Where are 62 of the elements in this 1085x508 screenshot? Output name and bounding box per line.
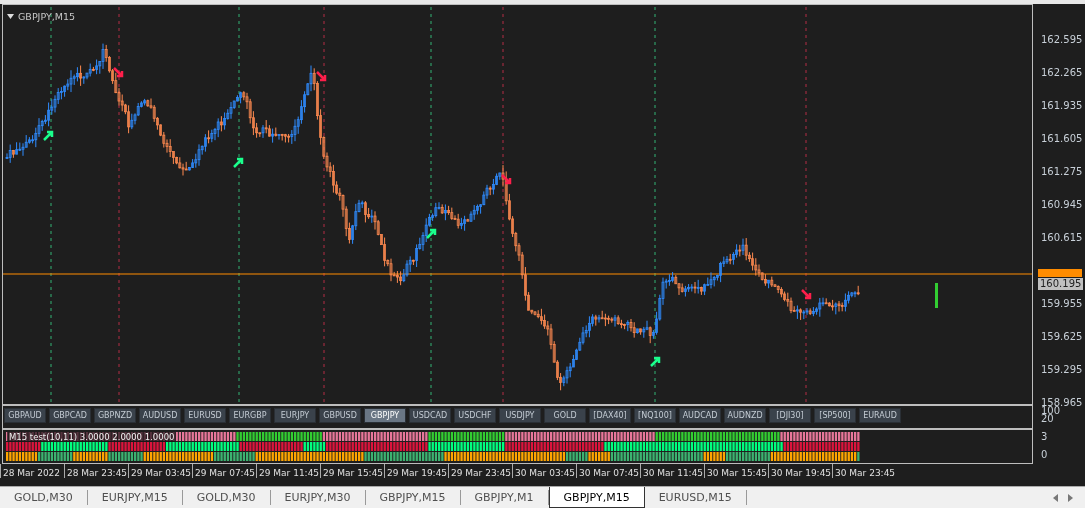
price-marker-icon: [1038, 269, 1082, 277]
chart-tab[interactable]: GBPJPY,M15: [365, 490, 461, 505]
live-bar: [935, 283, 938, 308]
time-label: 30 Mar 03:45: [512, 464, 576, 479]
chart-tab[interactable]: EURJPY,M30: [270, 490, 366, 505]
chart-tab[interactable]: GBPJPY,M15: [548, 487, 645, 508]
symbol-button[interactable]: [NQ100]: [634, 408, 676, 424]
time-label: 30 Mar 11:45: [640, 464, 704, 479]
chart-tab[interactable]: EURJPY,M15: [87, 490, 183, 505]
symbol-button[interactable]: EURAUD: [859, 408, 901, 424]
chart-tab[interactable]: GBPJPY,M1: [460, 490, 549, 505]
time-label: 30 Mar 19:45: [768, 464, 832, 479]
time-label: 29 Mar 11:45: [256, 464, 320, 479]
price-label: 162.265: [1041, 67, 1083, 79]
symbol-button[interactable]: EURUSD: [184, 408, 226, 424]
chart-tab[interactable]: GOLD,M30: [182, 490, 271, 505]
time-label: 28 Mar 23:45: [64, 464, 128, 479]
symbol-button[interactable]: GBPNZD: [94, 408, 136, 424]
symbol-button[interactable]: GOLD: [544, 408, 586, 424]
price-label: 161.605: [1041, 133, 1083, 145]
chart-tab[interactable]: EURUSD,M15: [644, 490, 747, 505]
price-label: 161.935: [1041, 100, 1083, 112]
time-label: 28 Mar 2022: [0, 464, 64, 479]
symbol-button[interactable]: GBPCAD: [49, 408, 91, 424]
time-label: 30 Mar 07:45: [576, 464, 640, 479]
scroll-right-icon[interactable]: [1068, 493, 1073, 502]
dropdown-icon[interactable]: [7, 14, 14, 19]
symbol-button[interactable]: [DJI30]: [769, 408, 811, 424]
symbol-button[interactable]: AUDUSD: [139, 408, 181, 424]
price-label: 159.955: [1041, 298, 1083, 310]
price-label: 161.275: [1041, 166, 1083, 178]
current-price-tag: 160.195: [1038, 278, 1084, 290]
price-label: 159.295: [1041, 364, 1083, 376]
chart-tab[interactable]: GOLD,M30: [0, 490, 88, 505]
symbol-button[interactable]: GBPAUD: [4, 408, 46, 424]
symbol-button[interactable]: EURJPY: [274, 408, 316, 424]
price-label: 160.945: [1041, 199, 1083, 211]
time-label: 29 Mar 07:45: [192, 464, 256, 479]
symbol-button[interactable]: [SP500]: [814, 408, 856, 424]
indicator-axis-label: 3: [1041, 431, 1048, 444]
time-label: 30 Mar 15:45: [704, 464, 768, 479]
price-label: 162.595: [1041, 34, 1083, 46]
time-label: 29 Mar 03:45: [128, 464, 192, 479]
symbol-button[interactable]: USDJPY: [499, 408, 541, 424]
symbol-button[interactable]: [DAX40]: [589, 408, 631, 424]
symbol-button[interactable]: EURGBP: [229, 408, 271, 424]
time-label: 29 Mar 19:45: [384, 464, 448, 479]
symbol-button[interactable]: AUDCAD: [679, 408, 721, 424]
symbol-button[interactable]: AUDNZD: [724, 408, 766, 424]
symbol-button[interactable]: USDCAD: [409, 408, 451, 424]
time-label: 30 Mar 23:45: [832, 464, 896, 479]
indicator-label: M15 test(10,11) 3.0000 2.0000 1.0000: [7, 432, 177, 443]
symbol-button[interactable]: GBPUSD: [319, 408, 361, 424]
chart-title: GBPJPY,M15: [18, 11, 76, 22]
indicator-axis-label: 0: [1041, 449, 1048, 462]
symbol-button[interactable]: GBPJPY: [364, 408, 406, 424]
time-label: 29 Mar 15:45: [320, 464, 384, 479]
time-label: 29 Mar 23:45: [448, 464, 512, 479]
symbol-button[interactable]: USDCHF: [454, 408, 496, 424]
scroll-left-icon[interactable]: [1053, 493, 1058, 502]
price-label: 159.625: [1041, 331, 1083, 343]
price-label: 160.615: [1041, 232, 1083, 244]
